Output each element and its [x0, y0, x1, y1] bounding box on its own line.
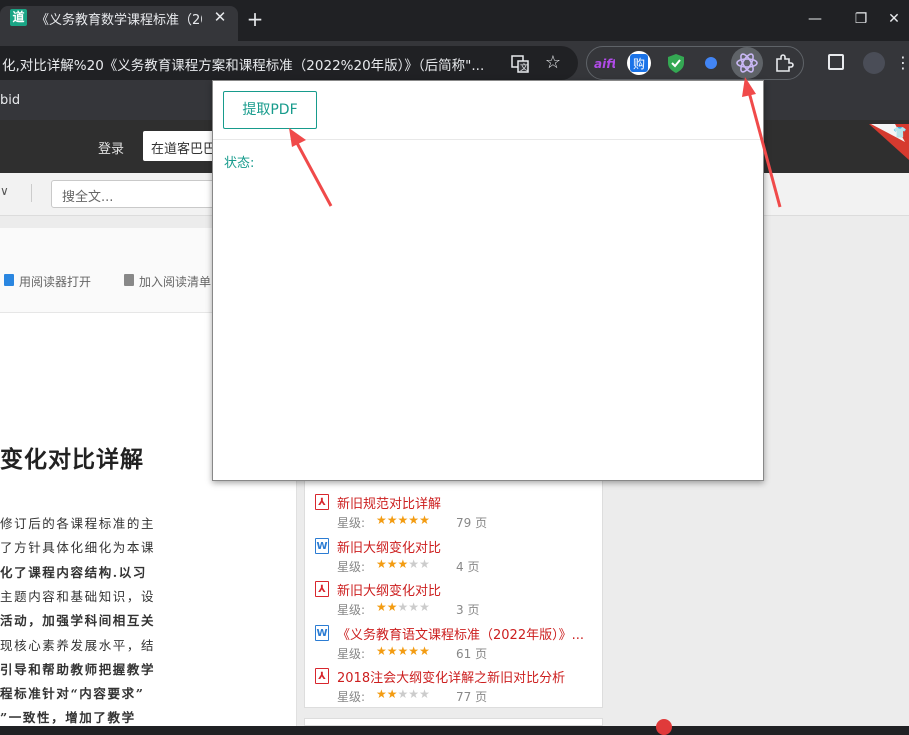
arrow-to-extension-icon — [742, 77, 782, 208]
arrow-to-extract-button — [289, 128, 333, 207]
annotation-arrows — [289, 77, 782, 208]
